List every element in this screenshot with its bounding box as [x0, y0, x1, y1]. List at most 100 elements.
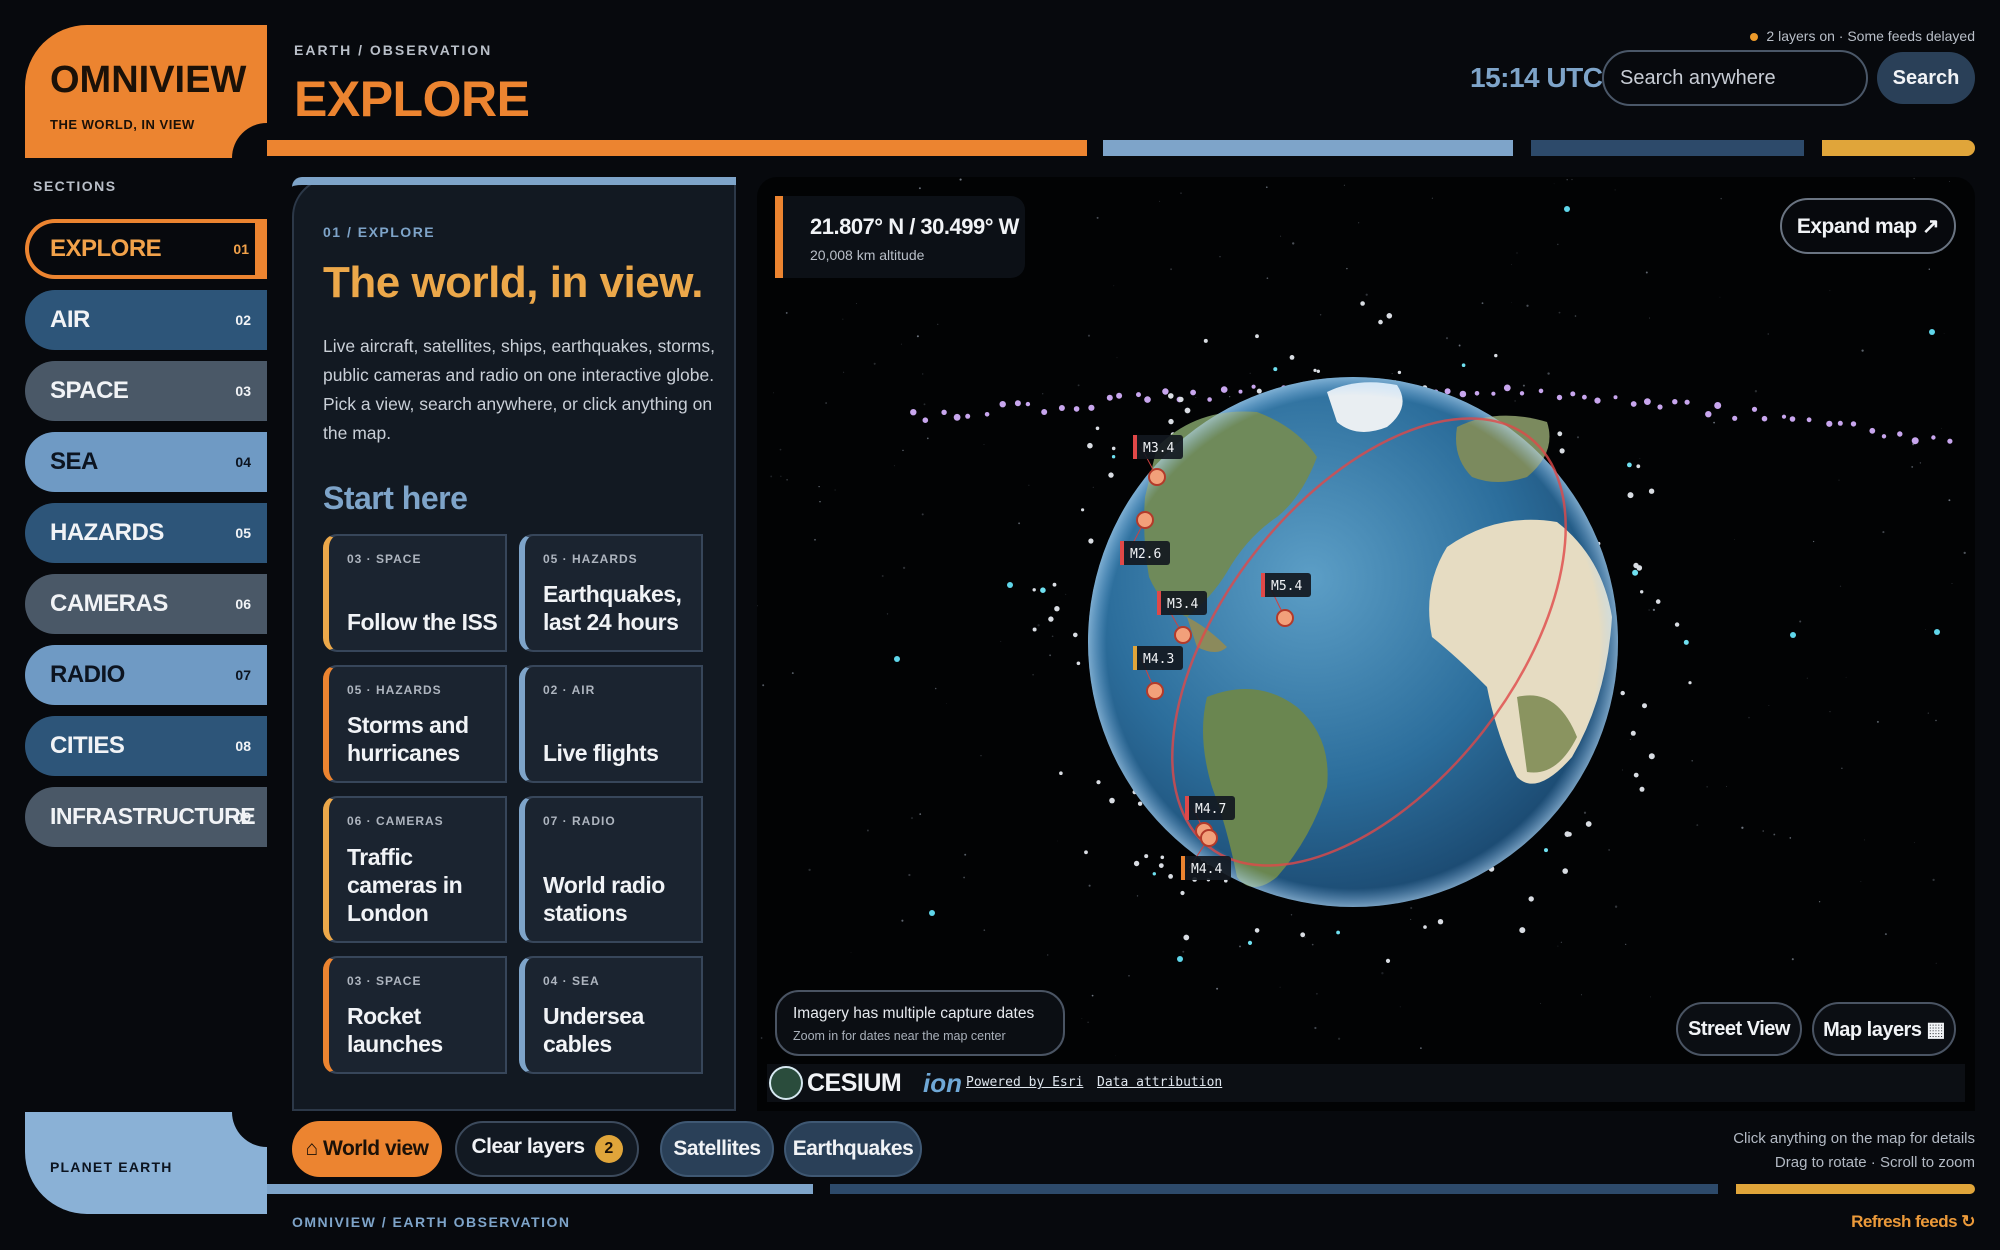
- sidebar-item-radio[interactable]: RADIO 07: [25, 645, 267, 705]
- satellite-dot[interactable]: [1041, 409, 1048, 415]
- satellite-dot[interactable]: [1648, 753, 1655, 760]
- satellite-dot[interactable]: [1109, 797, 1115, 804]
- satellite-dot[interactable]: [1437, 919, 1444, 925]
- satellite-dot[interactable]: [1095, 426, 1100, 431]
- satellite-dot[interactable]: [910, 409, 917, 416]
- satellite-dot[interactable]: [1850, 421, 1857, 427]
- satellite-dot[interactable]: [1032, 627, 1037, 632]
- satellite-dot[interactable]: [1633, 772, 1639, 778]
- satellite-dot[interactable]: [1183, 934, 1190, 941]
- satellite-dot[interactable]: [1116, 392, 1123, 399]
- satellite-dot[interactable]: [1144, 854, 1149, 859]
- satellite-dot[interactable]: [1007, 582, 1013, 588]
- satellite-dot[interactable]: [1613, 395, 1618, 400]
- satellite-dot[interactable]: [1491, 391, 1496, 396]
- satellite-dot[interactable]: [1585, 821, 1592, 827]
- satellite-dot[interactable]: [1636, 464, 1641, 469]
- satellite-dot[interactable]: [1168, 418, 1174, 425]
- clear-layers-button[interactable]: Clear layers 2: [455, 1121, 639, 1177]
- planet-earth-block[interactable]: PLANET EARTH: [25, 1112, 267, 1214]
- satellite-dot[interactable]: [1761, 415, 1768, 422]
- satellite-dot[interactable]: [1672, 399, 1678, 405]
- satellite-dot[interactable]: [1256, 388, 1262, 394]
- satellite-dot[interactable]: [1220, 386, 1228, 393]
- satellite-dot[interactable]: [953, 413, 961, 421]
- satellite-dot[interactable]: [1732, 415, 1738, 421]
- satellite-dot[interactable]: [1881, 434, 1887, 439]
- card-radio-stations[interactable]: 07 · RADIO World radio stations: [519, 796, 703, 943]
- card-traffic-cameras[interactable]: 06 · CAMERAS Traffic cameras in London: [323, 796, 507, 943]
- expand-map-button[interactable]: Expand map ↗: [1780, 198, 1956, 254]
- satellite-dot[interactable]: [1136, 392, 1141, 398]
- satellite-dot[interactable]: [1648, 488, 1655, 494]
- satellite-dot[interactable]: [1806, 417, 1812, 423]
- map-layers-button[interactable]: Map layers ▦: [1812, 1002, 1956, 1056]
- satellite-dot[interactable]: [1054, 606, 1060, 612]
- satellite-dot[interactable]: [1386, 313, 1393, 319]
- sidebar-item-space[interactable]: SPACE 03: [25, 361, 267, 421]
- sidebar-item-sea[interactable]: SEA 04: [25, 432, 267, 492]
- earthquake-marker[interactable]: [1276, 609, 1294, 627]
- brand-block[interactable]: OMNIVIEW THE WORLD, IN VIEW: [25, 25, 267, 158]
- globe-map[interactable]: M3.4 M2.6 M3.4 M5.4 M4.3 M4.7 M4.4: [757, 177, 1975, 1111]
- earthquake-marker[interactable]: [1136, 511, 1154, 529]
- satellite-dot[interactable]: [1076, 661, 1081, 666]
- satellite-dot[interactable]: [1052, 582, 1057, 587]
- satellite-dot[interactable]: [1931, 435, 1936, 440]
- globe-canvas[interactable]: M3.4 M2.6 M3.4 M5.4 M4.3 M4.7 M4.4: [757, 177, 1975, 1111]
- satellite-dot[interactable]: [1184, 407, 1191, 414]
- satellite-dot[interactable]: [1025, 401, 1031, 407]
- satellite-dot[interactable]: [1073, 632, 1078, 638]
- satellite-dot[interactable]: [1255, 334, 1259, 339]
- satellite-dot[interactable]: [1133, 860, 1140, 867]
- satellite-dot[interactable]: [1714, 402, 1722, 409]
- satellite-dot[interactable]: [1168, 393, 1174, 399]
- satellite-dot[interactable]: [1538, 388, 1544, 394]
- satellite-dot[interactable]: [1111, 455, 1116, 459]
- search-button[interactable]: Search: [1877, 52, 1975, 104]
- satellite-dot[interactable]: [1790, 632, 1796, 638]
- earthquake-marker[interactable]: [1146, 682, 1164, 700]
- satellite-dot[interactable]: [1528, 896, 1534, 902]
- satellite-dot[interactable]: [1378, 319, 1383, 325]
- satellite-dot[interactable]: [1397, 370, 1402, 375]
- satellite-dot[interactable]: [1180, 890, 1185, 896]
- satellite-dot[interactable]: [1032, 588, 1036, 592]
- satellite-dot[interactable]: [1144, 396, 1151, 403]
- card-live-flights[interactable]: 02 · AIR Live flights: [519, 665, 703, 783]
- sidebar-item-cameras[interactable]: CAMERAS 06: [25, 574, 267, 634]
- satellite-dot[interactable]: [1087, 442, 1093, 449]
- satellite-dot[interactable]: [1556, 394, 1563, 401]
- satellite-dot[interactable]: [1639, 786, 1645, 792]
- satellite-dot[interactable]: [1040, 587, 1046, 593]
- satellite-dot[interactable]: [1160, 855, 1165, 860]
- satellite-dot[interactable]: [1048, 616, 1054, 622]
- satellite-dot[interactable]: [1911, 437, 1919, 445]
- earthquake-marker[interactable]: [1174, 626, 1192, 644]
- satellite-dot[interactable]: [1640, 590, 1644, 594]
- satellite-dot[interactable]: [929, 910, 935, 916]
- satellite-dot[interactable]: [1632, 569, 1639, 576]
- satellite-dot[interactable]: [1837, 420, 1843, 426]
- satellite-dot[interactable]: [1168, 874, 1173, 879]
- satellite-dot[interactable]: [1461, 363, 1466, 367]
- satellite-dot[interactable]: [1106, 394, 1113, 401]
- satellite-dot[interactable]: [1519, 391, 1525, 396]
- earthquake-marker[interactable]: [1200, 829, 1218, 847]
- satellite-dot[interactable]: [1705, 411, 1712, 418]
- satellite-dot[interactable]: [1203, 338, 1208, 343]
- satellite-dot[interactable]: [922, 417, 929, 423]
- satellite-dot[interactable]: [1897, 431, 1903, 437]
- satellite-dot[interactable]: [1642, 703, 1647, 709]
- satellite-dot[interactable]: [1014, 400, 1021, 407]
- earthquakes-layer-button[interactable]: Earthquakes: [784, 1121, 922, 1177]
- sidebar-item-air[interactable]: AIR 02: [25, 290, 267, 350]
- satellite-dot[interactable]: [1088, 538, 1094, 544]
- satellite-dot[interactable]: [1152, 872, 1156, 876]
- satellite-dot[interactable]: [1627, 492, 1634, 499]
- satellite-dot[interactable]: [1207, 397, 1212, 402]
- satellite-dot[interactable]: [1657, 404, 1663, 410]
- satellite-dot[interactable]: [1582, 394, 1587, 400]
- satellite-dot[interactable]: [1630, 730, 1636, 736]
- powered-by-esri-link[interactable]: Powered by Esri: [966, 1075, 1083, 1090]
